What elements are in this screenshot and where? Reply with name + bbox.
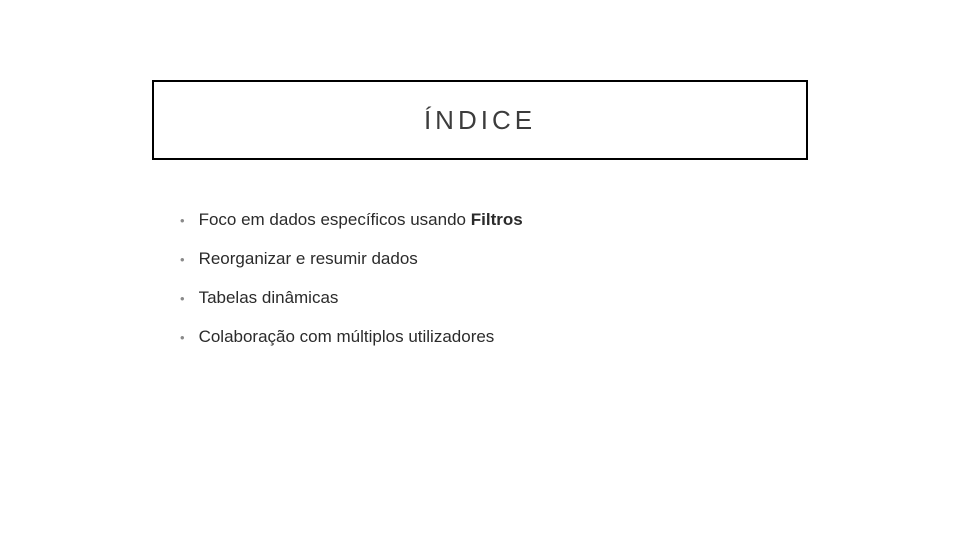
list-item-text: Colaboração com múltiplos utilizadores bbox=[199, 327, 495, 347]
bullet-list: • Foco em dados específicos usando Filtr… bbox=[180, 210, 810, 366]
list-item: • Colaboração com múltiplos utilizadores bbox=[180, 327, 810, 348]
title-box: ÍNDICE bbox=[152, 80, 808, 160]
bullet-icon: • bbox=[180, 211, 185, 231]
slide-title: ÍNDICE bbox=[424, 105, 536, 136]
list-item: • Tabelas dinâmicas bbox=[180, 288, 810, 309]
list-item-text: Reorganizar e resumir dados bbox=[199, 249, 418, 269]
bullet-icon: • bbox=[180, 250, 185, 270]
bullet-icon: • bbox=[180, 289, 185, 309]
list-item: • Foco em dados específicos usando Filtr… bbox=[180, 210, 810, 231]
list-item: • Reorganizar e resumir dados bbox=[180, 249, 810, 270]
list-item-text: Tabelas dinâmicas bbox=[199, 288, 339, 308]
list-item-text: Foco em dados específicos usando Filtros bbox=[199, 210, 523, 230]
bullet-icon: • bbox=[180, 328, 185, 348]
